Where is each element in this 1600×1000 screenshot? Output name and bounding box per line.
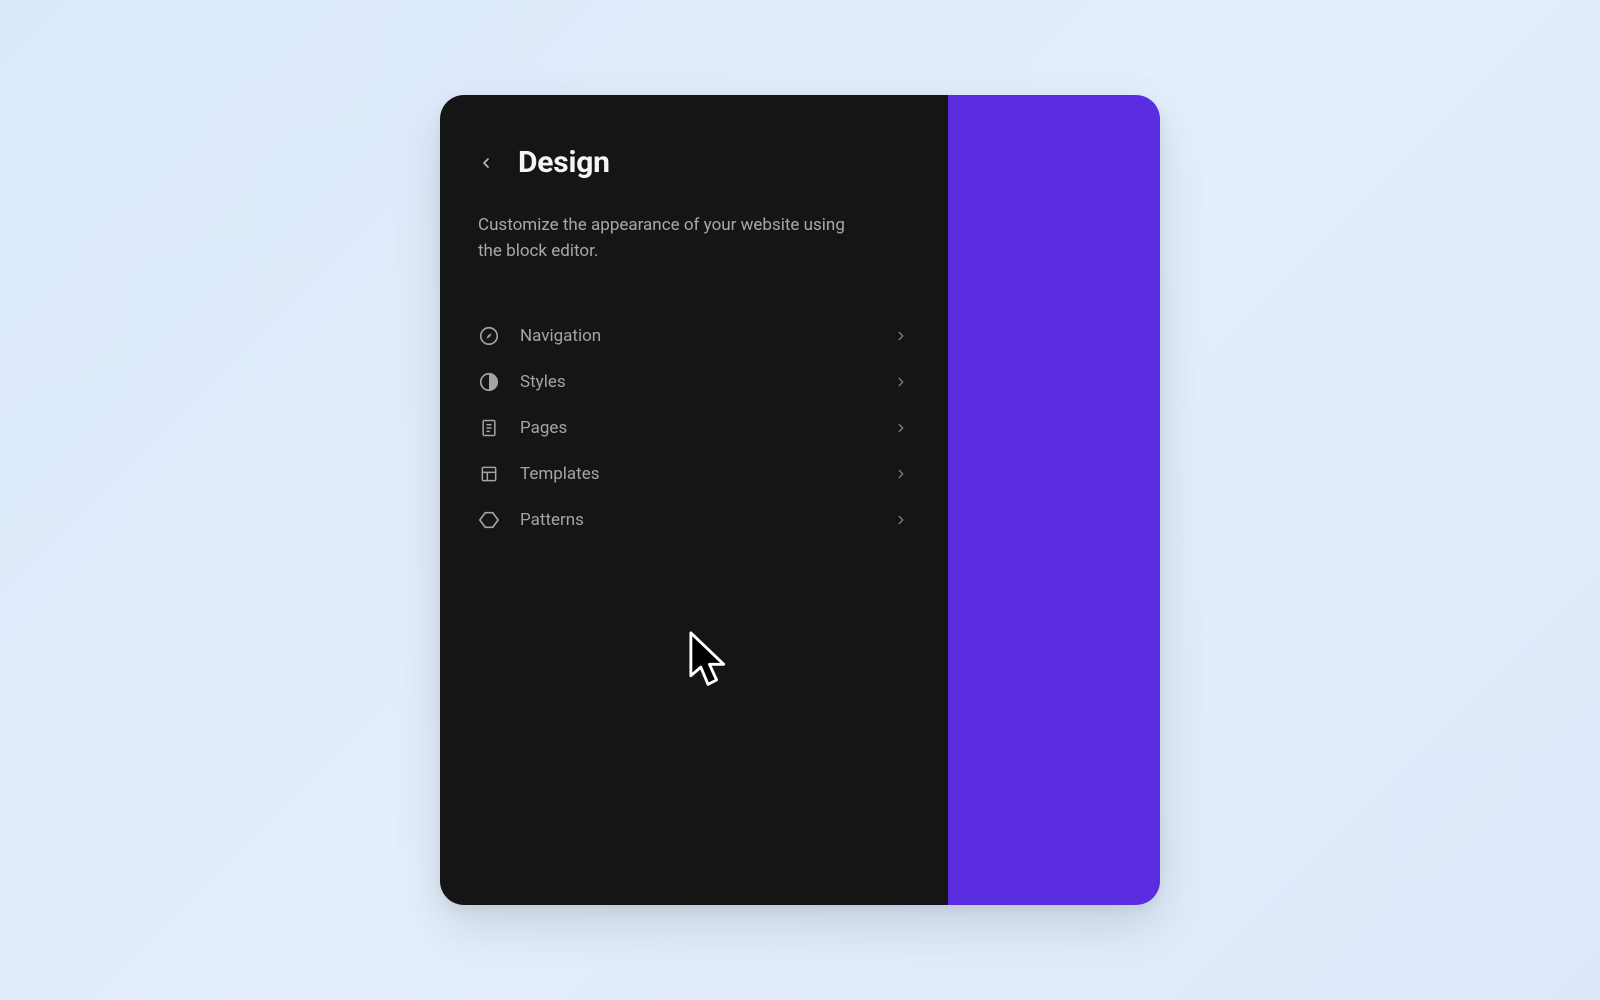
menu-item-pages[interactable]: Pages	[478, 405, 910, 451]
design-sidebar: Design Customize the appearance of your …	[440, 95, 948, 905]
preview-pane	[948, 95, 1160, 905]
layout-icon	[478, 463, 500, 485]
menu-item-patterns[interactable]: Patterns	[478, 497, 910, 543]
menu-item-label: Navigation	[520, 326, 872, 346]
chevron-right-icon	[892, 327, 910, 345]
panel-title: Design	[518, 145, 610, 180]
page-icon	[478, 417, 500, 439]
compass-icon	[478, 325, 500, 347]
chevron-right-icon	[892, 373, 910, 391]
menu-item-label: Styles	[520, 372, 872, 392]
diamond-icon	[478, 509, 500, 531]
menu-item-templates[interactable]: Templates	[478, 451, 910, 497]
menu-item-label: Templates	[520, 464, 872, 484]
chevron-right-icon	[892, 511, 910, 529]
panel-description: Customize the appearance of your website…	[478, 212, 858, 265]
chevron-right-icon	[892, 465, 910, 483]
half-circle-icon	[478, 371, 500, 393]
sidebar-header: Design	[478, 145, 910, 180]
design-menu: Navigation Styles Pages	[478, 313, 910, 543]
back-button[interactable]	[472, 149, 500, 177]
chevron-left-icon	[478, 155, 494, 171]
cursor-icon	[687, 630, 729, 690]
design-panel-card: Design Customize the appearance of your …	[440, 95, 1160, 905]
chevron-right-icon	[892, 419, 910, 437]
menu-item-label: Patterns	[520, 510, 872, 530]
menu-item-styles[interactable]: Styles	[478, 359, 910, 405]
menu-item-navigation[interactable]: Navigation	[478, 313, 910, 359]
menu-item-label: Pages	[520, 418, 872, 438]
